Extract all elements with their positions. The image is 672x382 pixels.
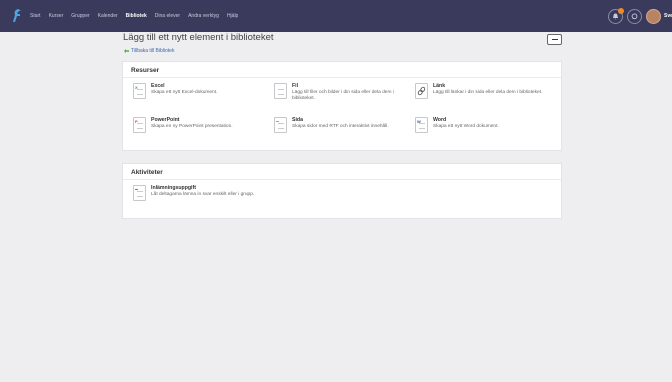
nav-item-grupper[interactable]: Grupper xyxy=(71,13,89,19)
word-file-icon: W xyxy=(415,117,428,133)
collapse-button[interactable] xyxy=(547,34,562,45)
powerpoint-file-icon: P xyxy=(133,117,146,133)
nav-item-andra-verktyg[interactable]: Andra verktyg xyxy=(188,13,219,19)
divider xyxy=(123,179,561,180)
activity-item-inlamningsuppgift[interactable]: ▬ Inlämningsuppgift Låt deltagarna lämna… xyxy=(133,185,269,201)
user-name[interactable]: Sven xyxy=(664,13,672,19)
arrow-left-icon xyxy=(124,49,129,53)
top-navigation-bar: Start Kurser Grupper Kalender Bibliotek … xyxy=(0,0,672,32)
notification-badge xyxy=(618,7,624,14)
nav-item-start[interactable]: Start xyxy=(30,13,41,19)
resource-desc: Skapa sidor med RTF och interaktivt inne… xyxy=(292,123,389,129)
activities-heading: Aktiviteter xyxy=(131,169,163,176)
resource-item-sida[interactable]: ▬ Sida Skapa sidor med RTF och interakti… xyxy=(274,117,410,133)
resource-desc: Lägg till länkar i din sida eller dela d… xyxy=(433,89,543,95)
avatar[interactable] xyxy=(646,8,661,24)
page-title: Lägg till ett nytt element i biblioteket xyxy=(123,32,274,43)
assignment-icon: ▬ xyxy=(133,185,146,201)
resources-panel: Resurser X Excel Skapa ett nytt Excel-do… xyxy=(122,61,562,151)
resource-item-powerpoint[interactable]: P PowerPoint Skapa en ny PowerPoint pres… xyxy=(133,117,263,133)
resource-desc: Skapa ett nytt Excel-dokument. xyxy=(151,89,218,95)
user-area: Sven xyxy=(608,0,672,32)
resource-item-word[interactable]: W Word Skapa ett nytt Word dokument. xyxy=(415,117,551,133)
resource-item-fil[interactable]: Fil Lägg till filer och bilder i din sid… xyxy=(274,83,410,103)
activities-panel: Aktiviteter ▬ Inlämningsuppgift Låt delt… xyxy=(122,163,562,219)
nav-item-dina-elever[interactable]: Dina elever xyxy=(155,13,180,19)
divider xyxy=(123,77,561,78)
messages-button[interactable] xyxy=(627,8,642,24)
resources-heading: Resurser xyxy=(131,67,160,74)
app-logo-icon[interactable] xyxy=(12,9,22,23)
resource-item-excel[interactable]: X Excel Skapa ett nytt Excel-dokument. xyxy=(133,83,263,99)
link-icon xyxy=(415,83,428,99)
file-icon xyxy=(274,83,287,99)
main-nav: Start Kurser Grupper Kalender Bibliotek … xyxy=(30,0,246,32)
activity-desc: Låt deltagarna lämna in svar enskilt ell… xyxy=(151,191,255,197)
resource-desc: Skapa en ny PowerPoint presentation. xyxy=(151,123,233,129)
excel-file-icon: X xyxy=(133,83,146,99)
minus-icon xyxy=(551,38,558,41)
nav-item-hjalp[interactable]: Hjälp xyxy=(227,13,238,19)
nav-item-kurser[interactable]: Kurser xyxy=(49,13,64,19)
back-link[interactable]: Tillbaka till Bibliotek xyxy=(124,48,174,54)
bell-icon xyxy=(613,13,618,19)
page-icon: ▬ xyxy=(274,117,287,133)
chat-icon xyxy=(631,12,638,19)
resource-desc: Skapa ett nytt Word dokument. xyxy=(433,123,499,129)
nav-item-bibliotek[interactable]: Bibliotek xyxy=(126,13,147,19)
back-link-label: Tillbaka till Bibliotek xyxy=(131,48,175,54)
resource-item-lank[interactable]: Länk Lägg till länkar i din sida eller d… xyxy=(415,83,551,99)
nav-item-kalender[interactable]: Kalender xyxy=(98,13,118,19)
notifications-button[interactable] xyxy=(608,7,624,24)
resource-desc: Lägg till filer och bilder i din sida el… xyxy=(292,89,394,102)
